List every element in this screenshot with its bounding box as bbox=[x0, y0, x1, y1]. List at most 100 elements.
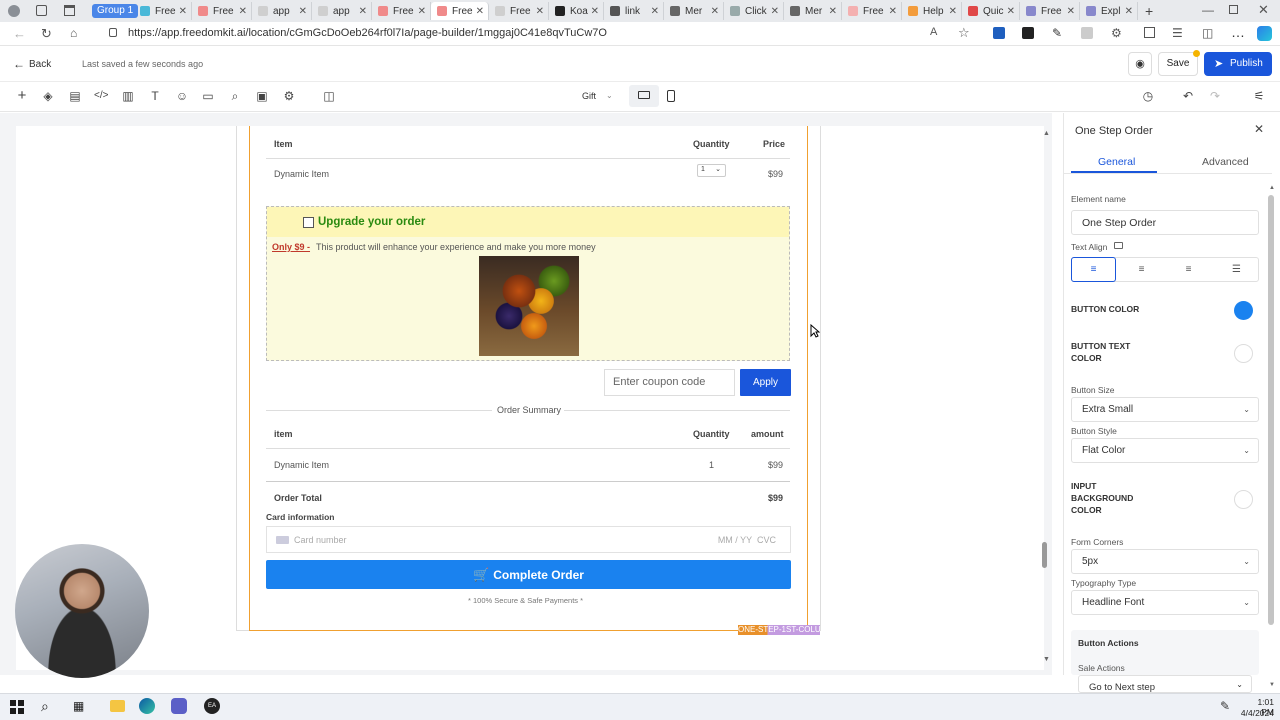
browser-tab[interactable]: Free ✕ bbox=[372, 2, 431, 20]
close-tab-icon[interactable]: ✕ bbox=[1125, 6, 1133, 17]
file-explorer-icon[interactable] bbox=[110, 700, 125, 712]
windows-start-icon[interactable] bbox=[10, 700, 24, 714]
restore-icon[interactable] bbox=[1229, 5, 1238, 14]
extension-icon[interactable] bbox=[993, 27, 1005, 39]
browser-tab[interactable]: Free ✕ bbox=[1020, 2, 1080, 20]
close-tab-icon[interactable]: ✕ bbox=[179, 6, 187, 17]
new-tab-icon[interactable]: + bbox=[1145, 3, 1153, 19]
browser-tab[interactable]: Mer ✕ bbox=[784, 2, 842, 20]
split-screen-icon[interactable] bbox=[1144, 27, 1155, 38]
close-tab-icon[interactable]: ✕ bbox=[536, 6, 544, 17]
home-icon[interactable]: ⌂ bbox=[70, 26, 77, 40]
read-aloud-icon[interactable]: A bbox=[930, 26, 937, 38]
close-tab-icon[interactable]: ✕ bbox=[476, 6, 484, 17]
card-number-field[interactable]: Card number MM / YY CVC bbox=[266, 526, 791, 553]
pages-icon[interactable]: ▤ bbox=[68, 89, 82, 103]
browser-tab[interactable]: Free ✕ bbox=[192, 2, 252, 20]
panel-scroll-up[interactable]: ▲ bbox=[1269, 185, 1275, 191]
tab-general[interactable]: General bbox=[1098, 156, 1135, 168]
upgrade-checkbox[interactable] bbox=[303, 217, 314, 228]
scroll-down-arrow[interactable]: ▼ bbox=[1043, 656, 1050, 663]
media-icon[interactable]: ▣ bbox=[255, 89, 269, 103]
browser-tab[interactable]: app ✕ bbox=[252, 2, 312, 20]
align-justify-button[interactable]: ☰ bbox=[1214, 257, 1259, 282]
align-right-button[interactable]: ≡ bbox=[1166, 257, 1211, 282]
align-left-button[interactable]: ≡ bbox=[1071, 257, 1116, 282]
publish-button[interactable]: ➤ Publish bbox=[1204, 52, 1272, 76]
column-tag[interactable]: ONE-STEP-1ST-COLUMN bbox=[738, 625, 833, 635]
input-background-color-swatch[interactable] bbox=[1234, 490, 1253, 509]
code-icon[interactable]: </> bbox=[94, 89, 108, 103]
close-tab-icon[interactable]: ✕ bbox=[889, 6, 897, 17]
redo-icon[interactable]: ↷ bbox=[1208, 89, 1222, 103]
element-name-input[interactable]: One Step Order bbox=[1071, 210, 1259, 235]
split-view-icon[interactable]: ◫ bbox=[322, 89, 336, 103]
canvas-scrollbar[interactable] bbox=[1042, 542, 1047, 568]
pen-extension-icon[interactable]: ✎ bbox=[1052, 26, 1062, 40]
close-tab-icon[interactable]: ✕ bbox=[711, 6, 719, 17]
mobile-view-icon[interactable] bbox=[667, 90, 675, 102]
add-element-icon[interactable]: + bbox=[15, 88, 29, 103]
favorite-star-icon[interactable]: ☆ bbox=[958, 25, 970, 41]
sale-actions-select[interactable]: Go to Next step ⌄ bbox=[1078, 675, 1252, 693]
close-tab-icon[interactable]: ✕ bbox=[949, 6, 957, 17]
panel-settings-icon[interactable]: ⚟ bbox=[1252, 89, 1266, 103]
close-tab-icon[interactable]: ✕ bbox=[418, 6, 426, 17]
more-menu-icon[interactable]: … bbox=[1231, 24, 1245, 40]
profile-icon[interactable] bbox=[8, 5, 20, 17]
browser-tab[interactable]: Free ✕ bbox=[431, 2, 489, 20]
button-style-select[interactable]: Flat Color ⌄ bbox=[1071, 438, 1259, 463]
close-tab-icon[interactable]: ✕ bbox=[239, 6, 247, 17]
close-tab-icon[interactable]: ✕ bbox=[591, 6, 599, 17]
app-icon[interactable] bbox=[171, 698, 187, 714]
extension-icon[interactable] bbox=[1022, 27, 1034, 39]
close-window-icon[interactable]: ✕ bbox=[1258, 2, 1269, 18]
button-size-select[interactable]: Extra Small ⌄ bbox=[1071, 397, 1259, 422]
preview-eye-icon[interactable]: ◉ bbox=[1128, 52, 1152, 76]
reload-icon[interactable]: ↻ bbox=[41, 26, 52, 42]
close-tab-icon[interactable]: ✕ bbox=[771, 6, 779, 17]
desktop-view-button[interactable] bbox=[629, 85, 659, 107]
browser-tab[interactable]: Koa ✕ bbox=[549, 2, 604, 20]
paint-icon[interactable]: ▥ bbox=[121, 89, 135, 103]
favorites-icon[interactable]: ☰ bbox=[1172, 26, 1183, 40]
close-tab-icon[interactable]: ✕ bbox=[1067, 6, 1075, 17]
back-arrow-icon[interactable]: ← bbox=[13, 57, 25, 71]
section-icon[interactable]: ▭ bbox=[201, 89, 215, 103]
browser-tab[interactable]: Free ✕ bbox=[842, 2, 902, 20]
tab-actions-icon[interactable] bbox=[64, 5, 75, 16]
extensions-icon[interactable]: ⚙ bbox=[1111, 26, 1122, 40]
align-center-button[interactable]: ≡ bbox=[1119, 257, 1164, 282]
people-icon[interactable]: ☺ bbox=[175, 89, 189, 103]
back-button[interactable]: Back bbox=[29, 59, 51, 70]
browser-tab[interactable]: Free ✕ bbox=[134, 2, 192, 20]
close-tab-icon[interactable]: ✕ bbox=[651, 6, 659, 17]
panel-scroll-down[interactable]: ▼ bbox=[1269, 682, 1275, 688]
browser-tab[interactable]: Mer ✕ bbox=[664, 2, 724, 20]
text-icon[interactable]: T bbox=[148, 89, 162, 103]
browser-tab[interactable]: link ✕ bbox=[604, 2, 664, 20]
pen-menu-icon[interactable]: ✎ bbox=[1220, 699, 1230, 713]
search-icon[interactable]: ⌕ bbox=[41, 698, 49, 715]
gift-selector[interactable]: Gift bbox=[582, 91, 596, 101]
form-corners-select[interactable]: 5px ⌄ bbox=[1071, 549, 1259, 574]
layers-icon[interactable]: ◈ bbox=[41, 89, 55, 103]
browser-tab[interactable]: Help ✕ bbox=[902, 2, 962, 20]
complete-order-button[interactable]: 🛒 Complete Order bbox=[266, 560, 791, 589]
scroll-up-arrow[interactable]: ▲ bbox=[1043, 130, 1050, 137]
lock-icon[interactable] bbox=[109, 28, 117, 37]
quantity-select[interactable]: 1 ⌄ bbox=[697, 164, 726, 177]
minimize-icon[interactable]: — bbox=[1202, 3, 1214, 17]
browser-tab[interactable]: Expl ✕ bbox=[1080, 2, 1138, 20]
browser-back-icon[interactable]: ← bbox=[13, 26, 26, 41]
history-icon[interactable]: ◷ bbox=[1141, 89, 1155, 103]
close-tab-icon[interactable]: ✕ bbox=[359, 6, 367, 17]
browser-tab[interactable]: Click ✕ bbox=[724, 2, 784, 20]
settings-wheel-icon[interactable]: ⚙ bbox=[282, 89, 296, 103]
browser-tab[interactable]: Quic ✕ bbox=[962, 2, 1020, 20]
browser-tab[interactable]: Free ✕ bbox=[489, 2, 549, 20]
undo-icon[interactable]: ↶ bbox=[1181, 89, 1195, 103]
extension-icon[interactable] bbox=[1081, 27, 1093, 39]
apply-coupon-button[interactable]: Apply bbox=[740, 369, 791, 396]
tab-advanced[interactable]: Advanced bbox=[1202, 156, 1249, 168]
